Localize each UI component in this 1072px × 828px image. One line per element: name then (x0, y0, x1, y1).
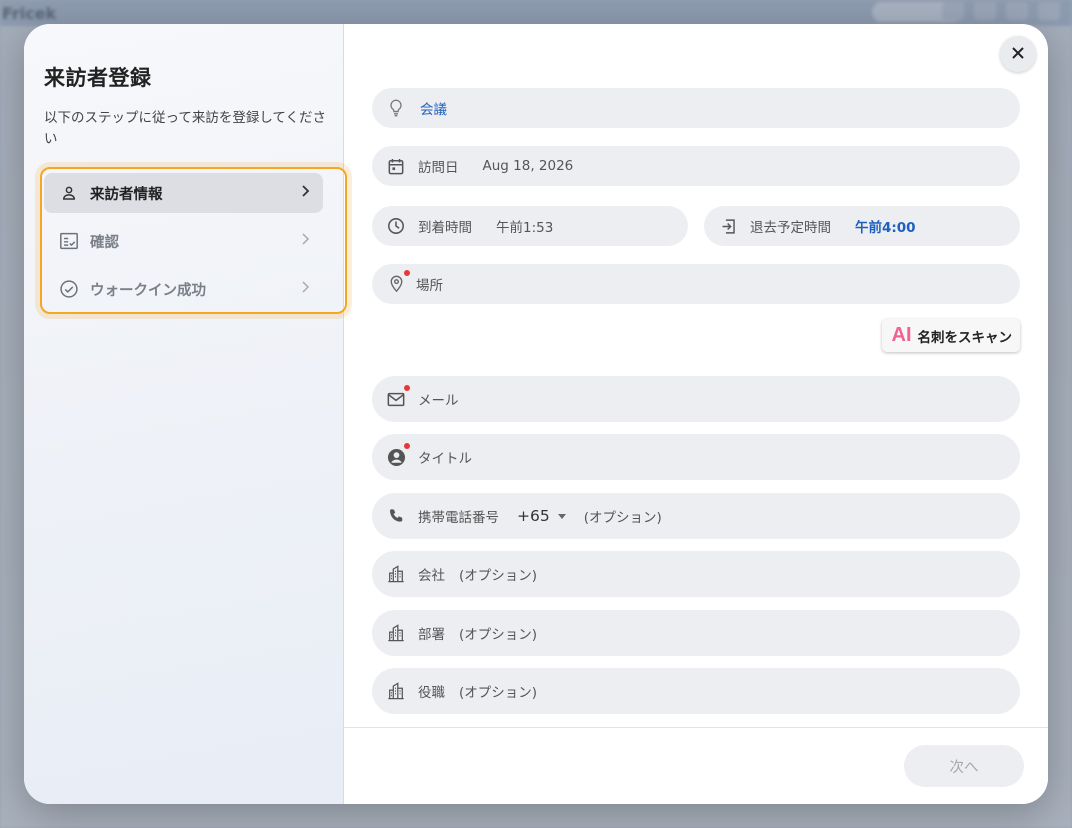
position-field[interactable]: 役職 (オプション) (372, 668, 1020, 714)
position-label: 役職 (418, 685, 445, 701)
step-confirm[interactable]: 確認 (44, 221, 323, 261)
building-icon (386, 623, 406, 643)
dropdown-caret-icon[interactable] (557, 513, 566, 519)
location-pin-icon (386, 270, 410, 294)
clock-icon (386, 216, 406, 236)
location-placeholder: 場所 (416, 278, 443, 294)
chevron-right-icon (299, 280, 311, 298)
checklist-icon (58, 230, 80, 252)
visitor-registration-modal: 来訪者登録 以下のステップに従って来訪を登録してください 来訪者情報 確認 ウォ… (24, 24, 1048, 804)
mobile-placeholder: (オプション) (583, 510, 662, 526)
country-code-select[interactable]: +65 (517, 507, 550, 525)
required-indicator (404, 270, 410, 276)
department-field[interactable]: 部署 (オプション) (372, 610, 1020, 656)
company-label: 会社 (418, 568, 445, 584)
background-icon (1006, 2, 1028, 20)
title-placeholder: タイトル (418, 451, 472, 467)
company-field[interactable]: 会社 (オプション) (372, 551, 1020, 597)
modal-title: 来訪者登録 (44, 66, 152, 90)
arrival-time-field[interactable]: 到着時間 午前1:53 (372, 206, 688, 246)
scan-business-card-button[interactable]: AI 名刺をスキャン (881, 319, 1020, 352)
departure-time-label: 退去予定時間 (750, 220, 831, 236)
step-label: 来訪者情報 (90, 186, 163, 203)
email-placeholder: メール (418, 393, 459, 409)
steps-sidebar: 来訪者登録 以下のステップに従って来訪を登録してください 来訪者情報 確認 ウォ… (24, 24, 347, 804)
purpose-field[interactable]: 会議 (372, 88, 1020, 128)
phone-icon (386, 506, 406, 526)
lightbulb-icon (386, 98, 406, 118)
modal-footer: 次へ (344, 727, 1048, 804)
background-app-title: Fricek (2, 4, 57, 23)
building-icon (386, 564, 406, 584)
person-icon (58, 182, 80, 204)
step-walkin-success[interactable]: ウォークイン成功 (44, 269, 323, 309)
title-field[interactable]: タイトル (372, 434, 1020, 480)
close-icon (1011, 45, 1025, 64)
account-circle-icon (386, 443, 410, 467)
arrival-time-value: 午前1:53 (496, 220, 554, 236)
chevron-right-icon (299, 232, 311, 250)
background-icon (942, 2, 964, 20)
background-icon (1038, 2, 1060, 20)
chevron-right-icon (299, 184, 311, 202)
location-field[interactable]: 場所 (372, 264, 1020, 304)
department-label: 部署 (418, 627, 445, 643)
steps-list: 来訪者情報 確認 ウォークイン成功 (40, 167, 347, 314)
mail-icon (386, 385, 410, 409)
building-icon (386, 681, 406, 701)
close-button[interactable] (1000, 36, 1036, 72)
modal-subtitle: 以下のステップに従って来訪を登録してください (44, 110, 327, 147)
departure-time-field[interactable]: 退去予定時間 午前4:00 (704, 206, 1020, 246)
mobile-label: 携帯電話番号 (418, 510, 499, 526)
departure-time-value: 午前4:00 (855, 220, 916, 236)
visit-date-value: Aug 18, 2026 (482, 158, 574, 174)
step-label: ウォークイン成功 (90, 282, 206, 299)
check-circle-icon (58, 278, 80, 300)
calendar-icon (386, 156, 406, 176)
required-indicator (404, 443, 410, 449)
background-icon (974, 2, 996, 20)
email-field[interactable]: メール (372, 376, 1020, 422)
company-placeholder: (オプション) (459, 568, 538, 584)
form-panel: 会議 訪問日 Aug 18, 2026 到着時間 午前1:53 退去予定時間 午… (344, 24, 1048, 804)
visit-date-label: 訪問日 (418, 160, 459, 176)
step-label: 確認 (90, 234, 119, 251)
step-visitor-info[interactable]: 来訪者情報 (44, 173, 323, 213)
position-placeholder: (オプション) (459, 685, 538, 701)
required-indicator (404, 385, 410, 391)
arrival-time-label: 到着時間 (418, 220, 472, 236)
background-toolbar (942, 2, 1060, 20)
mobile-field[interactable]: 携帯電話番号 +65 (オプション) (372, 493, 1020, 539)
exit-icon (718, 216, 738, 236)
visit-date-field[interactable]: 訪問日 Aug 18, 2026 (372, 146, 1020, 186)
department-placeholder: (オプション) (459, 627, 538, 643)
ai-icon: AI (891, 324, 912, 346)
purpose-value: 会議 (420, 102, 447, 118)
next-button[interactable]: 次へ (904, 745, 1024, 787)
scan-button-label: 名刺をスキャン (917, 329, 1013, 346)
